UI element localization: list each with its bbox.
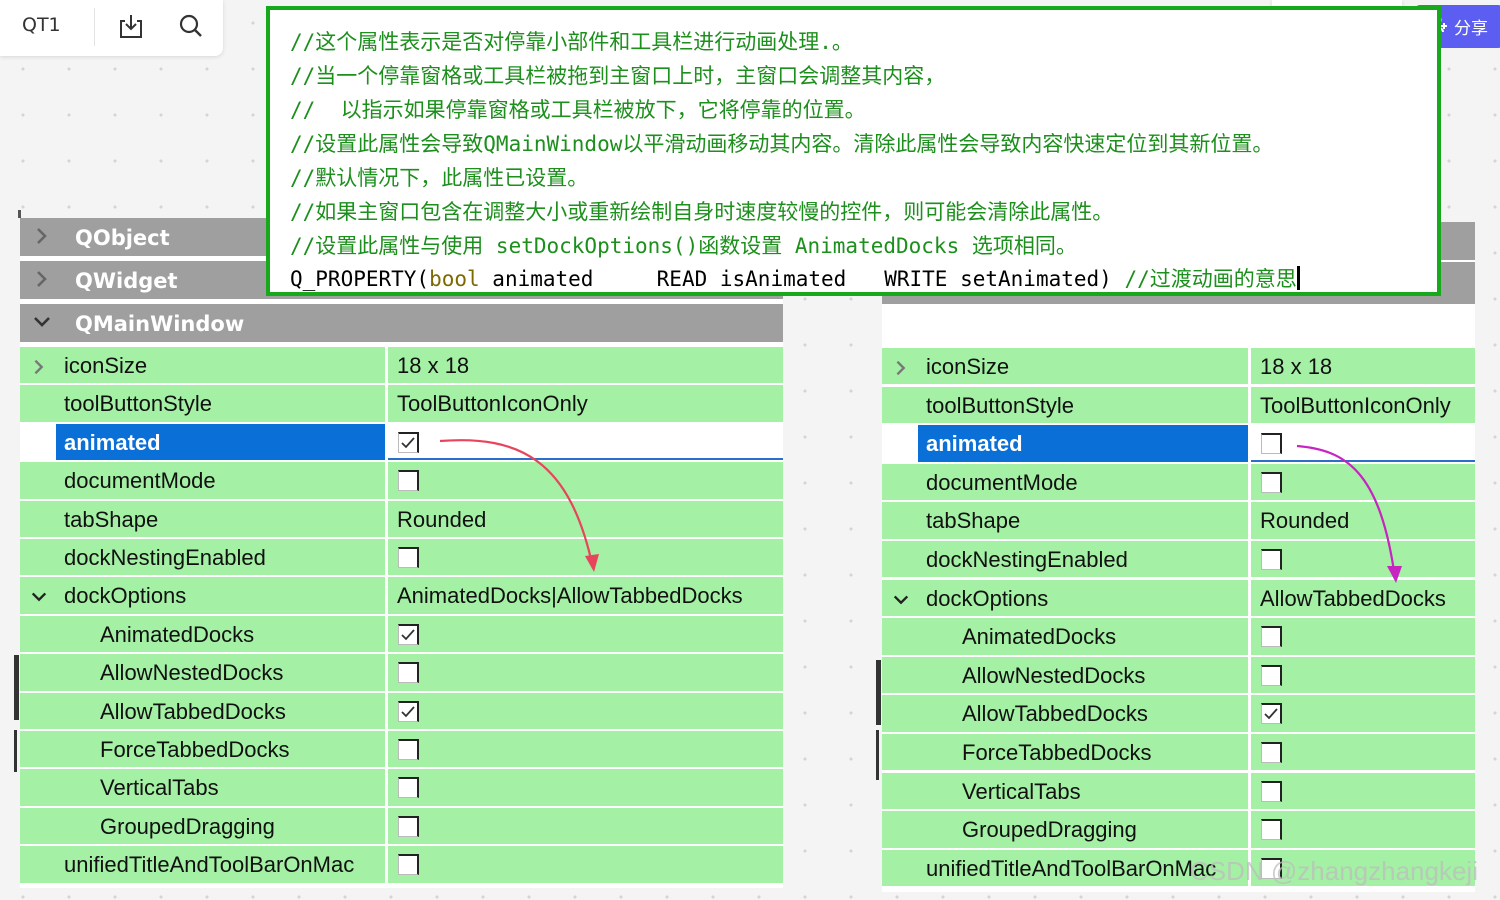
annotation-arrows <box>439 439 1402 583</box>
arrow-left-head <box>585 554 599 572</box>
watermark: CSDN @zhangzhangkeji <box>1190 856 1478 886</box>
arrow-right <box>1296 444 1397 579</box>
arrow-left <box>439 439 595 569</box>
arrow-right-head <box>1387 566 1402 583</box>
